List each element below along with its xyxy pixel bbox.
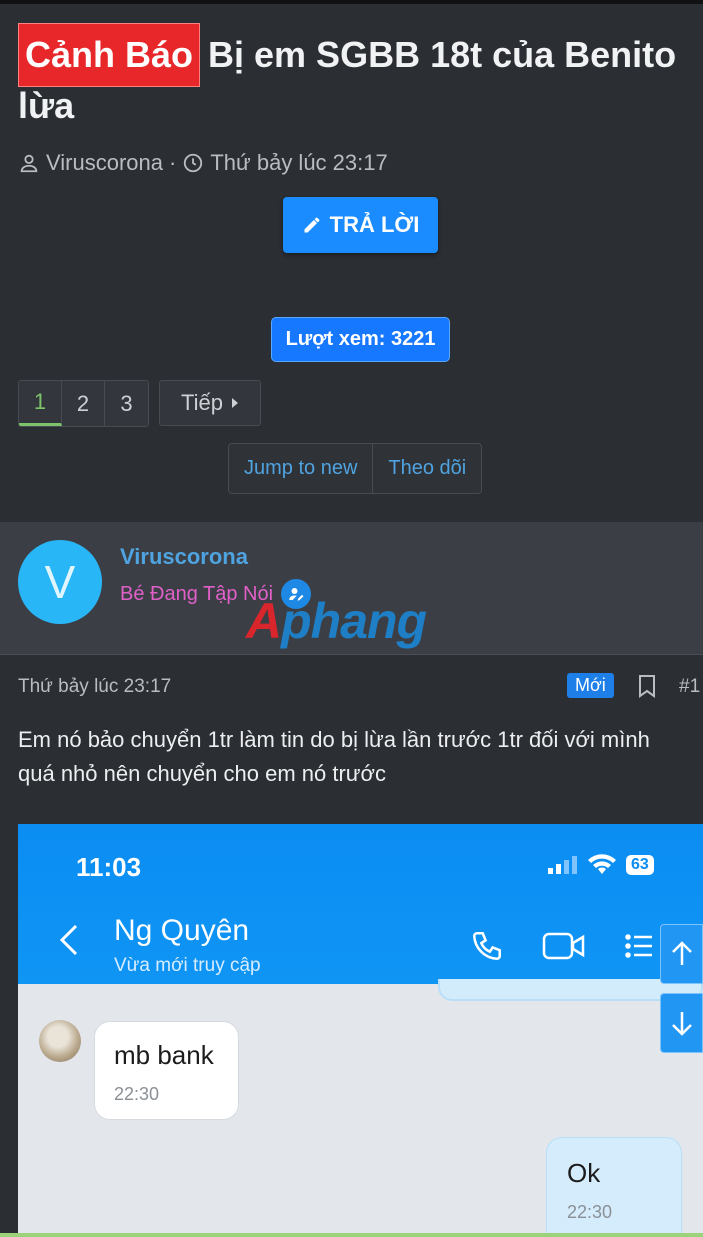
- menu-list-icon: [625, 934, 652, 958]
- pagination: 1 2 3 Tiếp: [18, 380, 261, 427]
- page-link[interactable]: 2: [62, 381, 105, 426]
- follow-button[interactable]: Theo dõi: [372, 444, 481, 493]
- pencil-icon: [304, 217, 320, 233]
- phone-clock: 11:03: [76, 852, 142, 882]
- thread-actions: Jump to new Theo dõi: [228, 443, 483, 494]
- next-page-label: Tiếp: [181, 390, 223, 415]
- chat-header: 11:03 63 Ng Quyên Vừa mới truy cập: [18, 824, 703, 984]
- next-page-button[interactable]: Tiếp: [159, 380, 261, 426]
- bottom-edge: [0, 1233, 703, 1237]
- reply-button[interactable]: TRẢ LỜI: [283, 197, 438, 253]
- arrow-up-icon: [671, 941, 692, 965]
- page-link[interactable]: 3: [105, 381, 148, 426]
- scroll-to-bottom-button[interactable]: [660, 993, 703, 1053]
- battery-indicator: 63: [626, 855, 654, 875]
- page-link-current[interactable]: 1: [19, 381, 62, 426]
- meta-separator: ·: [169, 150, 177, 175]
- thread-title-text-line2: lừa: [18, 85, 75, 126]
- clock-icon: [184, 153, 203, 173]
- chat-sender-avatar: [39, 1020, 81, 1062]
- attached-screenshot[interactable]: 11:03 63 Ng Quyên Vừa mới truy cập mb ba…: [18, 824, 703, 1237]
- signal-icon: [548, 856, 577, 874]
- post-body-text: Em nó bảo chuyển 1tr làm tin do bị lừa l…: [18, 727, 650, 786]
- chat-message-time: 22:30: [567, 1202, 613, 1222]
- thread-prefix-badge[interactable]: Cảnh Báo: [18, 23, 201, 87]
- scroll-to-top-button[interactable]: [660, 924, 703, 984]
- thread-meta: Viruscorona · Thứ bảy lúc 23:17: [18, 150, 388, 176]
- phone-call-icon: [472, 931, 502, 961]
- thread-title: Cảnh Báo Bị em SGBB 18t của Benito lừa: [18, 23, 688, 128]
- chat-message-text: mb bank: [114, 1040, 214, 1070]
- video-call-icon: [542, 932, 585, 960]
- view-count-badge: Lượt xem: 3221: [271, 317, 450, 362]
- back-arrow-icon: [59, 924, 78, 956]
- avatar[interactable]: V: [18, 540, 102, 624]
- wifi-icon: [588, 854, 616, 874]
- user-icon: [20, 154, 38, 173]
- page-list: 1 2 3: [18, 380, 149, 427]
- jump-to-new-button[interactable]: Jump to new: [229, 444, 372, 493]
- post-username[interactable]: Viruscorona: [120, 544, 248, 570]
- chat-last-seen: Vừa mới truy cập: [114, 955, 261, 976]
- caret-right-icon: [231, 398, 238, 408]
- arrow-down-icon: [671, 1012, 692, 1036]
- thread-title-text: Bị em SGBB 18t của Benito: [208, 34, 677, 75]
- chat-message-text: Ok: [567, 1158, 601, 1188]
- post-user-header: V Viruscorona Bé Đang Tập Nói Aphang: [0, 522, 703, 655]
- post-date[interactable]: Thứ bảy lúc 23:17: [18, 676, 171, 698]
- chat-header-actions: [470, 929, 654, 963]
- chat-bubble-outgoing: Ok 22:30: [546, 1137, 682, 1237]
- phone-status-bar: 63: [548, 854, 654, 876]
- new-badge: Mới: [567, 673, 614, 698]
- thread-date[interactable]: Thứ bảy lúc 23:17: [210, 150, 387, 176]
- thread-author[interactable]: Viruscorona: [46, 150, 163, 176]
- reply-button-label: TRẢ LỜI: [329, 212, 420, 237]
- bookmark-icon[interactable]: [638, 674, 656, 698]
- chat-bubble-incoming: mb bank 22:30: [94, 1021, 239, 1120]
- chat-contact-name: Ng Quyên: [114, 914, 250, 947]
- post-number[interactable]: #1: [679, 676, 700, 698]
- top-edge: [0, 0, 703, 4]
- chat-message-time: 22:30: [114, 1084, 160, 1104]
- watermark-logo: Aphang: [246, 593, 427, 649]
